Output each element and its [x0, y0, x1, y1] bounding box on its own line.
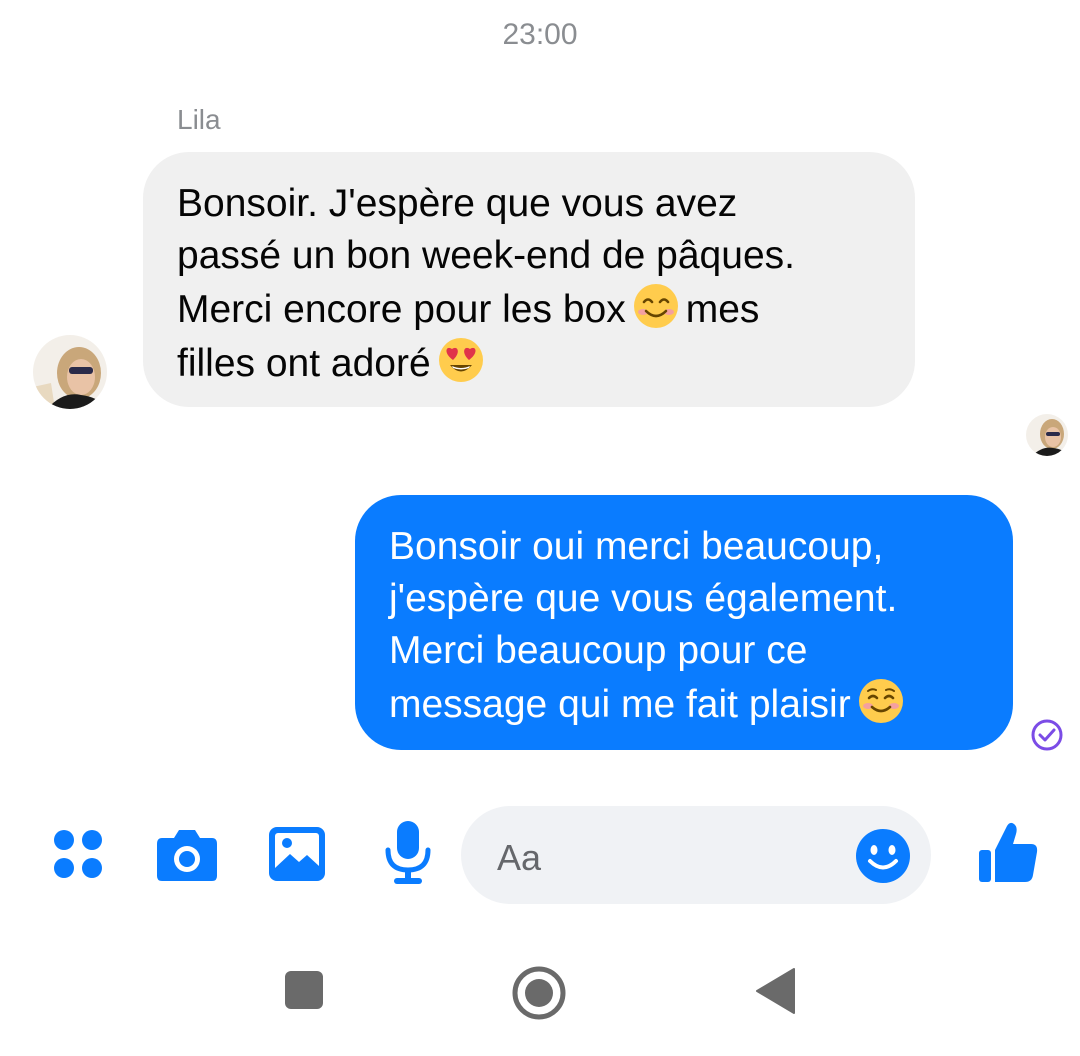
messenger-conversation: 23:00 Lila Bonsoir. J'espère que vous av…	[0, 0, 1080, 1056]
message-input-placeholder: Aa	[497, 837, 542, 878]
home-icon[interactable]	[511, 965, 567, 1021]
smiling-face-with-heart-eyes-icon	[437, 336, 485, 384]
message-line-with-emoji: Merci encore pour les box mes	[177, 282, 895, 336]
message-text: filles ont adoré	[177, 342, 431, 385]
message-text: message qui me fait plaisir	[389, 683, 851, 726]
sender-name: Lila	[177, 104, 221, 135]
microphone-icon[interactable]	[384, 820, 432, 886]
message-text: mes	[685, 288, 760, 331]
apps-icon[interactable]	[52, 828, 104, 880]
message-input[interactable]: Aa	[461, 806, 931, 904]
emoji-picker-icon[interactable]	[855, 828, 911, 884]
outgoing-message-bubble[interactable]: Bonsoir oui merci beaucoup, j'espère que…	[355, 495, 1013, 750]
back-icon[interactable]	[754, 967, 796, 1015]
smiling-face-with-smiling-eyes-icon	[632, 282, 680, 330]
seen-check-icon	[1030, 718, 1064, 752]
recents-icon[interactable]	[284, 970, 324, 1010]
read-receipt-avatar	[1026, 414, 1068, 456]
message-line-with-emoji: message qui me fait plaisir	[389, 677, 993, 731]
message-line: Bonsoir oui merci beaucoup,	[389, 525, 884, 568]
message-line-with-emoji: filles ont adoré	[177, 336, 895, 390]
smiling-face-icon	[857, 677, 905, 725]
message-text: Merci encore pour les box	[177, 288, 626, 331]
sender-avatar[interactable]	[33, 335, 107, 409]
incoming-message-bubble[interactable]: Bonsoir. J'espère que vous avez passé un…	[143, 152, 915, 407]
message-timestamp: 23:00	[502, 18, 578, 51]
gallery-icon[interactable]	[268, 826, 326, 882]
message-line: Merci beaucoup pour ce	[389, 629, 808, 672]
like-icon[interactable]	[977, 820, 1039, 884]
message-line: passé un bon week-end de pâques.	[177, 234, 795, 277]
message-line: Bonsoir. J'espère que vous avez	[177, 182, 738, 225]
camera-icon[interactable]	[156, 826, 218, 882]
message-line: j'espère que vous également.	[389, 577, 898, 620]
